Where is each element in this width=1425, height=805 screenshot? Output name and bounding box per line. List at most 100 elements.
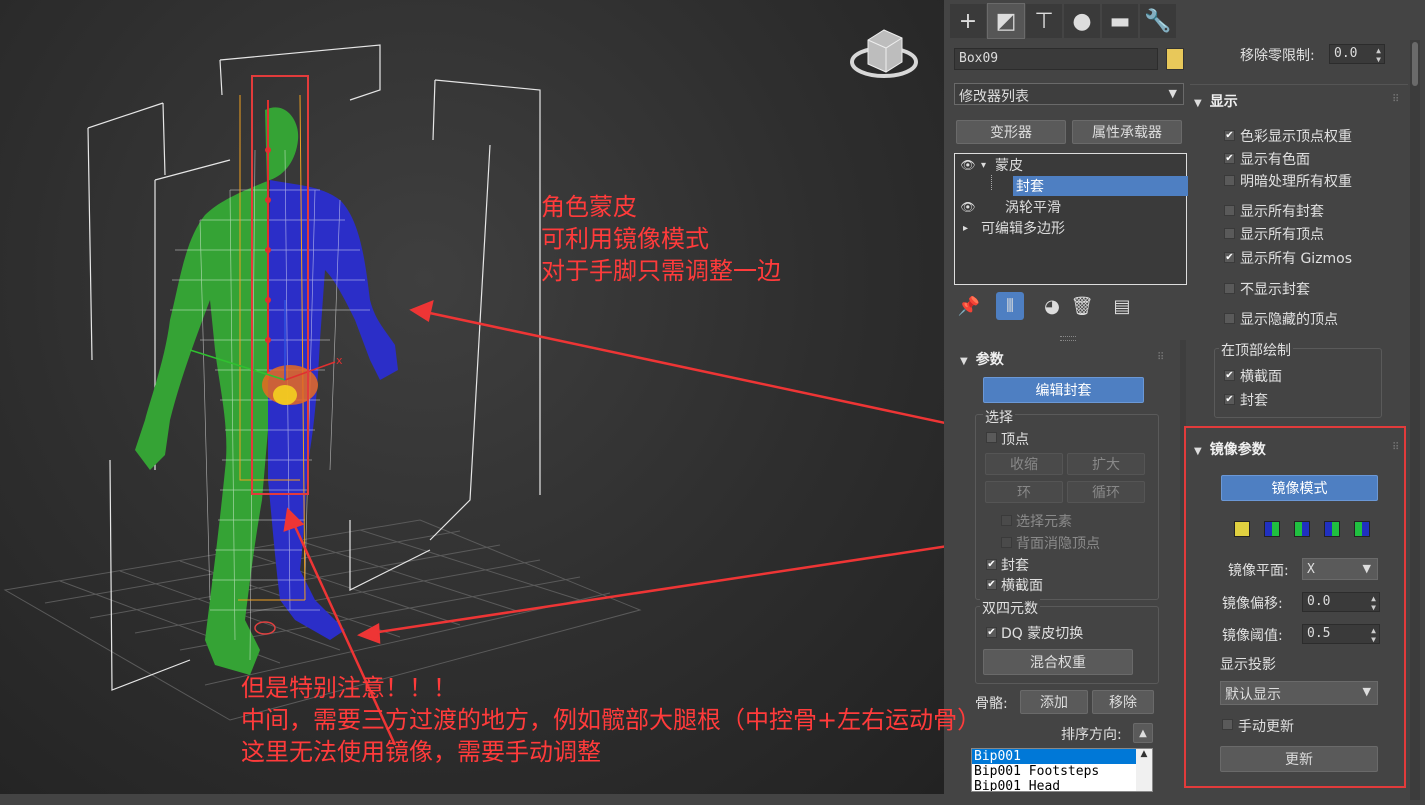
manual-update-label: 手动更新 [1238, 719, 1294, 735]
display-option-checkbox[interactable]: ✔ [1224, 252, 1235, 263]
mirror-mode-button[interactable]: 镜像模式 [1221, 475, 1378, 501]
eye-icon[interactable]: 👁 [955, 158, 981, 172]
display-option-label: 色彩显示顶点权重 [1240, 129, 1352, 145]
scroll-up-icon[interactable]: ▲ [1136, 749, 1152, 759]
display-option-checkbox[interactable] [1224, 313, 1235, 324]
bones-list[interactable]: Bip001 Bip001 Footsteps Bip001 Head [971, 748, 1153, 792]
parameters-rollout-title[interactable]: ▼ 参数 [960, 349, 1004, 369]
skin-annotation-line: 可利用镜像模式 [541, 225, 709, 253]
dq-toggle-checkbox[interactable]: ✔ [986, 627, 997, 638]
object-color-swatch[interactable] [1166, 48, 1184, 70]
stack-item-skin[interactable]: 👁 ▾ 蒙皮 [955, 155, 1186, 175]
dq-group-label: 双四元数 [980, 598, 1040, 618]
remove-zero-spinner[interactable]: 0.0 ▲ ▼ [1329, 44, 1385, 64]
display-rollout-title[interactable]: ▼ 显示 [1194, 91, 1238, 111]
list-item[interactable]: Bip001 Footsteps [972, 764, 1152, 779]
ring-button[interactable]: 环 [985, 481, 1063, 503]
attribute-holder-button[interactable]: 属性承载器 [1072, 120, 1182, 144]
remove-bone-button[interactable]: 移除 [1092, 690, 1154, 714]
draw-cross-sections-checkbox[interactable]: ✔ [1224, 370, 1235, 381]
display-option-checkbox[interactable] [1224, 228, 1235, 239]
mirror-threshold-spinner[interactable]: 0.5 ▲ ▼ [1302, 624, 1380, 644]
rollout-grip[interactable]: ⠿ [1392, 94, 1399, 105]
stack-item-editable-poly[interactable]: ▸ 可编辑多边形 [955, 218, 1186, 238]
mirror-tool-icons [1234, 521, 1374, 539]
envelopes-checkbox[interactable]: ✔ [986, 559, 997, 570]
paste-blue-to-green-verts-icon[interactable] [1324, 521, 1340, 537]
modifier-list-dropdown[interactable]: 修改器列表 ▼ [954, 83, 1184, 105]
add-bone-button[interactable]: 添加 [1020, 690, 1088, 714]
hierarchy-icon[interactable]: ⊤ [1026, 4, 1062, 38]
pin-icon[interactable]: 📌 [955, 292, 983, 320]
dq-toggle-label: DQ 蒙皮切换 [1001, 626, 1084, 642]
display-projection-dropdown[interactable]: 默认显示 ▼ [1220, 681, 1378, 705]
draw-cross-sections-label: 横截面 [1240, 369, 1282, 385]
update-button[interactable]: 更新 [1220, 746, 1378, 772]
shrink-button[interactable]: 收缩 [985, 453, 1063, 475]
spinner-arrows-icon[interactable]: ▲ ▼ [1371, 626, 1376, 644]
eye-icon[interactable]: 👁 [955, 200, 981, 214]
display-icon[interactable]: ▬ [1102, 4, 1138, 38]
rollout-grip[interactable]: ⠿ [1157, 352, 1164, 363]
object-name-field[interactable]: Box09 [954, 48, 1158, 70]
mirror-paste-icon[interactable] [1234, 521, 1250, 537]
spinner-value: 0.0 [1334, 46, 1358, 61]
command-panel-scrollbar[interactable] [1410, 40, 1420, 800]
stack-item-turbosmooth[interactable]: 👁 涡轮平滑 [955, 197, 1186, 217]
modifier-stack[interactable]: 👁 ▾ 蒙皮 封套 👁 涡轮平滑 ▸ 可编辑多边形 [954, 153, 1188, 285]
paste-green-to-blue-bones-icon[interactable] [1294, 521, 1310, 537]
display-option-label: 显示所有顶点 [1240, 227, 1324, 243]
show-end-result-icon[interactable]: ⫴ [996, 292, 1024, 320]
stack-item-label: 蒙皮 [995, 158, 1023, 174]
stack-item-envelope-label[interactable]: 封套 [1013, 176, 1188, 196]
warning-annotation-line: 这里无法使用镜像，需要手动调整 [241, 738, 601, 766]
panel-splitter[interactable] [1060, 336, 1076, 341]
expand-icon[interactable]: ▸ [963, 223, 981, 234]
display-option-checkbox[interactable] [1224, 175, 1235, 186]
mirror-plane-dropdown[interactable]: X ▼ [1302, 558, 1378, 580]
utilities-icon[interactable]: 🔧 [1140, 4, 1176, 38]
display-option-checkbox[interactable] [1224, 205, 1235, 216]
modify-icon[interactable]: ◩ [987, 3, 1025, 39]
deformer-button[interactable]: 变形器 [956, 120, 1066, 144]
edit-envelopes-button[interactable]: 编辑封套 [983, 377, 1144, 403]
spinner-value: 0.5 [1307, 626, 1331, 641]
create-icon[interactable]: + [950, 4, 986, 38]
warning-annotation-line: 但是特别注意！！！ [241, 674, 457, 702]
vertices-checkbox[interactable] [986, 432, 997, 443]
grow-button[interactable]: 扩大 [1067, 453, 1145, 475]
make-unique-icon[interactable]: ◕ [1038, 292, 1066, 320]
list-item[interactable]: Bip001 Head [972, 779, 1152, 791]
expand-icon[interactable]: ▾ [981, 160, 995, 171]
motion-icon[interactable]: ● [1064, 4, 1100, 38]
select-element-checkbox[interactable] [1001, 515, 1012, 526]
cross-sections-checkbox[interactable]: ✔ [986, 579, 997, 590]
display-option-checkbox[interactable]: ✔ [1224, 130, 1235, 141]
bones-list-scrollbar[interactable]: ▲ [1136, 749, 1152, 791]
rollout-grip[interactable]: ⠿ [1392, 442, 1399, 453]
backface-cull-checkbox[interactable] [1001, 537, 1012, 548]
blend-weights-button[interactable]: 混合权重 [983, 649, 1133, 675]
spinner-arrows-icon[interactable]: ▲ ▼ [1376, 46, 1381, 64]
rollout-divider [1190, 84, 1408, 85]
paste-blue-to-green-bones-icon[interactable] [1264, 521, 1280, 537]
list-item[interactable]: Bip001 [972, 749, 1152, 764]
display-option-checkbox[interactable] [1224, 283, 1235, 294]
viewcube[interactable] [850, 29, 918, 78]
mirror-threshold-label: 镜像阈值: [1222, 628, 1283, 644]
remove-modifier-icon[interactable]: 🗑 [1068, 292, 1096, 320]
configure-icon[interactable]: ▤ [1108, 292, 1136, 320]
loop-button[interactable]: 循环 [1067, 481, 1145, 503]
sort-direction-button[interactable]: ▲ [1133, 723, 1153, 743]
scroll-thumb[interactable] [1412, 42, 1418, 86]
display-option-checkbox[interactable]: ✔ [1224, 153, 1235, 164]
draw-envelopes-checkbox[interactable]: ✔ [1224, 394, 1235, 405]
character-mesh: x [135, 94, 398, 675]
draw-on-top-label: 在顶部绘制 [1219, 340, 1293, 360]
mirror-rollout-title[interactable]: ▼ 镜像参数 [1194, 439, 1266, 459]
mirror-offset-spinner[interactable]: 0.0 ▲ ▼ [1302, 592, 1380, 612]
spinner-arrows-icon[interactable]: ▲ ▼ [1371, 594, 1376, 612]
manual-update-checkbox[interactable] [1222, 719, 1233, 730]
paste-green-to-blue-verts-icon[interactable] [1354, 521, 1370, 537]
skin-annotation-line: 对于手脚只需调整一边 [541, 257, 781, 285]
